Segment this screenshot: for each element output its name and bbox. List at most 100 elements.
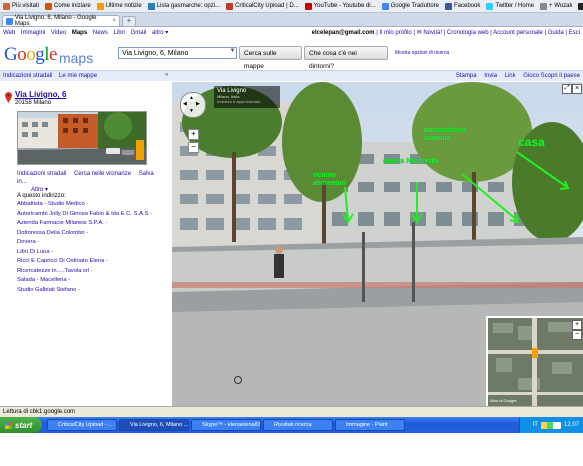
list-separator: - bbox=[103, 220, 108, 226]
tab-google-maps[interactable]: Via Livigno, 6, Milano - Google Maps × bbox=[2, 15, 120, 27]
pan-control[interactable]: ▲ ▼ ◀ ▶ bbox=[180, 92, 206, 118]
search-nearby-link[interactable]: Cerca nelle vicinanze bbox=[74, 171, 131, 177]
cursor-icon bbox=[234, 376, 242, 384]
list-separator: - bbox=[35, 239, 40, 245]
pan-up-icon[interactable]: ▲ bbox=[189, 95, 194, 101]
directions-link[interactable]: Indicazioni stradali bbox=[3, 73, 52, 79]
business-name: Ricercatezze in.....Tavola srl bbox=[17, 267, 90, 274]
nav-link-more[interactable]: altro ▾ bbox=[152, 30, 168, 36]
google-nav-bar: Web Immagini Video Maps News Libri Gmail… bbox=[0, 27, 583, 38]
search-maps-button[interactable]: Cerca sulle mappe bbox=[239, 46, 302, 70]
nav-link-web[interactable]: Web bbox=[3, 30, 15, 36]
business-list-item[interactable]: Dottoressa Delia Colombo - bbox=[17, 230, 167, 240]
tab-bar: Via Livigno, 6, Milano - Google Maps × + bbox=[0, 13, 583, 27]
task-skype[interactable]: Skype™ - elenaelena83 bbox=[191, 419, 261, 431]
country-game-link[interactable]: Gioco Scopri il paese bbox=[523, 73, 580, 79]
place-title[interactable]: Via Livigno, 6 bbox=[15, 90, 66, 99]
business-list-item[interactable]: Azienda Farmacie Milanesi S.P.A. - bbox=[17, 220, 167, 230]
pegman-icon bbox=[136, 140, 144, 160]
bookmark-favicon-icon bbox=[445, 2, 452, 10]
task-search-results[interactable]: Risultati ricerca bbox=[263, 419, 333, 431]
business-list-item[interactable]: Studio Galbiati Stefano - bbox=[17, 287, 167, 297]
business-name: Dottoressa Delia Colombo bbox=[17, 229, 85, 236]
screen-background bbox=[0, 433, 583, 466]
bookmark-item[interactable]: Lista gasmarche: opzi... bbox=[147, 2, 221, 10]
print-link[interactable]: Stampa bbox=[456, 73, 477, 79]
task-paint[interactable]: Immagine - Paint bbox=[335, 419, 405, 431]
nav-link-news[interactable]: News bbox=[93, 30, 108, 36]
minimap-zoom-out[interactable]: − bbox=[572, 330, 582, 340]
zoom-out-button[interactable]: − bbox=[188, 142, 199, 153]
chevron-down-icon[interactable]: ▼ bbox=[228, 48, 237, 58]
business-list-item[interactable]: Libri Di Luna - bbox=[17, 249, 167, 259]
business-list-item[interactable]: Ricercatezze in.....Tavola srl - bbox=[17, 268, 167, 278]
close-icon[interactable]: × bbox=[572, 84, 582, 94]
bookmark-favicon-icon bbox=[96, 2, 104, 10]
clock: 12.07 bbox=[563, 422, 579, 428]
business-list-item[interactable]: Salada - Macelleria - bbox=[17, 277, 167, 287]
user-email: elcelepan@gmail.com bbox=[311, 30, 375, 36]
zoom-in-button[interactable]: + bbox=[188, 129, 199, 140]
bookmark-label: Twitter / Home bbox=[495, 3, 535, 9]
pan-left-icon[interactable]: ◀ bbox=[183, 101, 187, 107]
bookmark-favicon-icon bbox=[3, 2, 10, 10]
location-pin-icon bbox=[5, 92, 12, 103]
directions-action-link[interactable]: Indicazioni stradali bbox=[17, 171, 66, 177]
google-maps-logo[interactable]: Google maps bbox=[4, 40, 93, 66]
bookmark-item[interactable]: Facebook bbox=[445, 2, 480, 10]
bookmark-label: Lista gasmarche: opzi... bbox=[156, 3, 221, 9]
account-links[interactable]: | Il mio profilo | ✉ Novità! | Cronologi… bbox=[376, 30, 580, 36]
bookmark-item[interactable]: + Wozak bbox=[540, 2, 572, 10]
minimap-label: Altro di Google bbox=[490, 398, 517, 403]
send-link[interactable]: Invia bbox=[484, 73, 497, 79]
minimap[interactable]: + − Altro di Google bbox=[486, 316, 583, 406]
nav-link-video[interactable]: Video bbox=[51, 30, 66, 36]
language-indicator[interactable]: IT bbox=[533, 422, 538, 428]
business-name: Ricci E Capricci Di Ostinato Elena bbox=[17, 258, 105, 264]
tray-icons[interactable] bbox=[540, 421, 561, 429]
task-criticalcity[interactable]: CriticalCity Upload - ... bbox=[47, 419, 117, 431]
bookmark-label: Google Traduttore bbox=[390, 3, 439, 9]
close-tab-icon[interactable]: × bbox=[112, 18, 116, 24]
new-tab-button[interactable]: + bbox=[122, 16, 136, 27]
nav-link-gmail[interactable]: Gmail bbox=[131, 30, 147, 36]
pan-down-icon[interactable]: ▼ bbox=[189, 108, 194, 114]
place-actions: Indicazioni stradali Cerca nelle vicinan… bbox=[17, 170, 167, 194]
bookmark-item[interactable]: Ultime notizie bbox=[96, 2, 142, 10]
expand-icon[interactable]: ⤢ bbox=[562, 84, 572, 94]
search-options-link[interactable]: Mostra opzioni di ricerca bbox=[395, 50, 449, 56]
start-button[interactable]: start bbox=[0, 417, 42, 433]
bookmark-item[interactable]: Come iniziare bbox=[45, 2, 91, 10]
business-name: Dovera bbox=[17, 239, 36, 245]
bookmark-favicon-icon bbox=[45, 2, 53, 10]
nav-link-images[interactable]: Immagini bbox=[21, 30, 45, 36]
bookmark-label: YouTube - Youtube di... bbox=[313, 3, 376, 9]
toolbar-right: Stampa Invia Link Gioco Scopri il paese bbox=[450, 73, 580, 79]
bookmark-item[interactable]: Google Traduttore bbox=[381, 2, 439, 10]
business-list-item[interactable]: Abbattista - Studio Medico - bbox=[17, 201, 167, 211]
business-list-item[interactable]: Autoricambi Jolly Di Ginosa Fabio & Ida … bbox=[17, 211, 167, 221]
task-google-maps[interactable]: Via Livigno, 6, Milano ... bbox=[119, 419, 189, 431]
minimap-zoom-in[interactable]: + bbox=[572, 320, 582, 330]
bookmark-item[interactable]: La Repubblica.it - Hom... bbox=[578, 2, 583, 10]
business-list-item[interactable]: Ricci E Capricci Di Ostinato Elena - bbox=[17, 258, 167, 268]
bookmark-favicon-icon bbox=[147, 2, 155, 10]
my-maps-link[interactable]: Le mie mappe bbox=[59, 73, 97, 79]
bookmark-item[interactable]: Più visitati bbox=[3, 2, 39, 10]
at-this-address-header: A questo indirizzo: bbox=[17, 193, 66, 199]
business-list: Abbattista - Studio Medico - Autoricambi … bbox=[17, 201, 167, 296]
bookmark-item[interactable]: Twitter / Home bbox=[486, 2, 535, 10]
collapse-panel-icon[interactable]: « bbox=[165, 72, 172, 80]
business-list-item[interactable]: Dovera - bbox=[17, 239, 167, 249]
street-view-thumbnail[interactable] bbox=[17, 111, 147, 165]
street-view-panorama[interactable]: ricamo alimentari parrucchiera mamma ami… bbox=[172, 82, 583, 406]
search-nearby-button[interactable]: Che cosa c'è nei dintorni? bbox=[304, 46, 388, 70]
bookmark-item[interactable]: CriticalCity Upload | D... bbox=[226, 2, 299, 10]
search-input[interactable]: Via Livigno, 6, Milano bbox=[118, 47, 237, 59]
annotation-parrucchiera: parrucchiera mamma bbox=[424, 127, 467, 142]
link-link[interactable]: Link bbox=[505, 73, 516, 79]
pan-right-icon[interactable]: ▶ bbox=[196, 101, 200, 107]
nav-link-books[interactable]: Libri bbox=[114, 30, 125, 36]
bookmark-item[interactable]: YouTube - Youtube di... bbox=[304, 2, 376, 10]
list-separator: - bbox=[104, 258, 108, 264]
